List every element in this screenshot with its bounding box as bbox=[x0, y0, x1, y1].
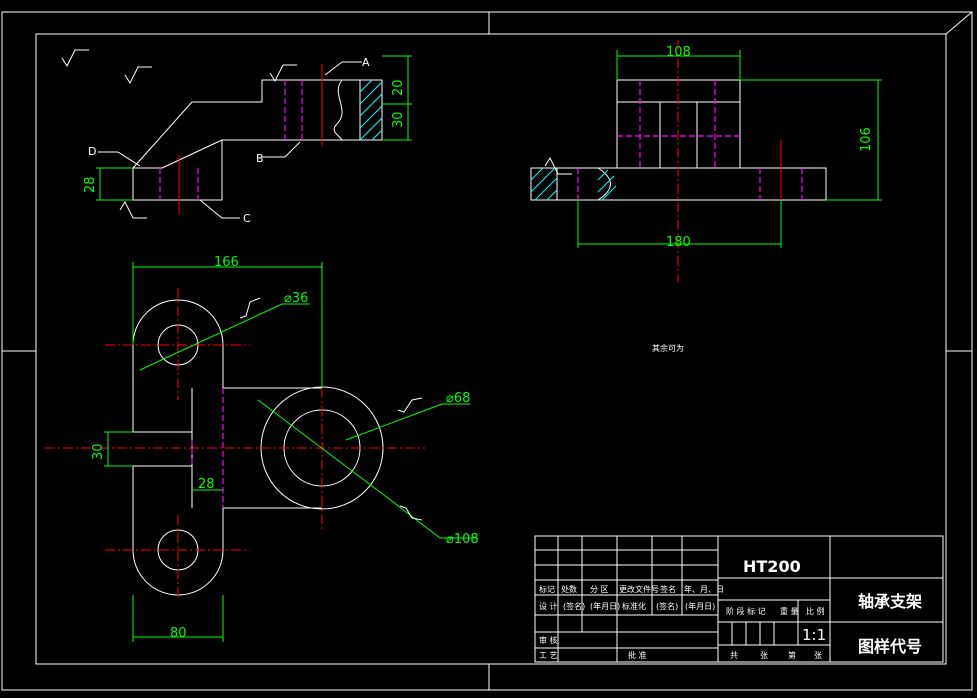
dim-boss-inner: ⌀68 bbox=[446, 391, 470, 406]
tb-date: 年、月、日 bbox=[684, 584, 724, 594]
drawing-code-label: 图样代号 bbox=[858, 637, 922, 656]
front-view: 20 30 28 A B C D bbox=[61, 49, 412, 225]
roughness-symbols bbox=[239, 297, 423, 521]
dim-rib-28: 28 bbox=[198, 477, 215, 492]
tb-standard: 标准化 bbox=[622, 601, 646, 611]
dim-base-width: 180 bbox=[666, 235, 691, 250]
tb-standard-date: (年月日) bbox=[685, 601, 715, 611]
dim-top-width: 108 bbox=[666, 45, 691, 60]
tb-scale-label: 比 例 bbox=[806, 606, 825, 616]
dim-boss-outer: ⌀108 bbox=[446, 532, 479, 547]
tb-sheet: 张 bbox=[814, 651, 822, 660]
dim-height-30: 30 bbox=[391, 111, 406, 128]
side-view: 108 180 106 bbox=[530, 40, 882, 282]
callout-b: B bbox=[256, 152, 264, 165]
tb-weight: 重 量 bbox=[780, 606, 799, 616]
tb-count: 处数 bbox=[561, 584, 577, 594]
dim-depth-28: 28 bbox=[83, 176, 98, 193]
material: HT200 bbox=[743, 557, 801, 576]
tb-approve: 批 准 bbox=[628, 650, 647, 660]
tb-design: 设 计 bbox=[539, 601, 558, 611]
dim-width-80: 80 bbox=[170, 626, 187, 641]
tb-design-date: (年月日) bbox=[590, 601, 620, 611]
title-block: 标记 处数 分 区 更改文件号 签名 年、月、日 设 计 (签名) (年月日) … bbox=[534, 535, 944, 663]
tb-design-sign: (签名) bbox=[563, 601, 585, 611]
tb-sign: 签名 bbox=[660, 584, 676, 594]
dim-width-30: 30 bbox=[91, 443, 106, 460]
callout-c: C bbox=[243, 212, 251, 225]
tb-review: 审 核 bbox=[539, 635, 558, 645]
tb-zone: 分 区 bbox=[590, 585, 609, 594]
drawing-title: 轴承支架 bbox=[858, 592, 922, 611]
tb-stage: 阶 段 标 记 bbox=[726, 606, 766, 616]
dim-total-height: 106 bbox=[859, 127, 874, 152]
tb-sheets: 张 bbox=[760, 651, 768, 660]
tb-total: 共 bbox=[730, 651, 738, 660]
centering-marks bbox=[2, 11, 973, 690]
scale-value: 1:1 bbox=[802, 626, 826, 644]
tb-process: 工 艺 bbox=[539, 651, 558, 660]
tb-change-doc: 更改文件号 bbox=[619, 584, 659, 594]
tb-standard-sign: (签名) bbox=[656, 601, 678, 611]
tb-number: 第 bbox=[788, 650, 796, 660]
dim-height-20: 20 bbox=[391, 79, 406, 96]
outer-border bbox=[1, 11, 973, 691]
drawing-canvas: 20 30 28 A B C D 108 180 106 其余可为 166 ⌀3… bbox=[0, 0, 977, 694]
dim-plan-length: 166 bbox=[214, 255, 239, 270]
roughness-symbol bbox=[544, 156, 572, 175]
callout-d: D bbox=[88, 145, 96, 158]
dim-hole-small: ⌀36 bbox=[284, 291, 308, 306]
general-note: 其余可为 bbox=[652, 343, 684, 353]
cad-drawing: 20 30 28 A B C D 108 180 106 其余可为 166 ⌀3… bbox=[1, 11, 973, 691]
plan-view: 166 ⌀36 ⌀68 ⌀108 30 28 80 bbox=[45, 255, 479, 642]
callout-a: A bbox=[362, 56, 370, 69]
tb-mark: 标记 bbox=[539, 584, 555, 594]
